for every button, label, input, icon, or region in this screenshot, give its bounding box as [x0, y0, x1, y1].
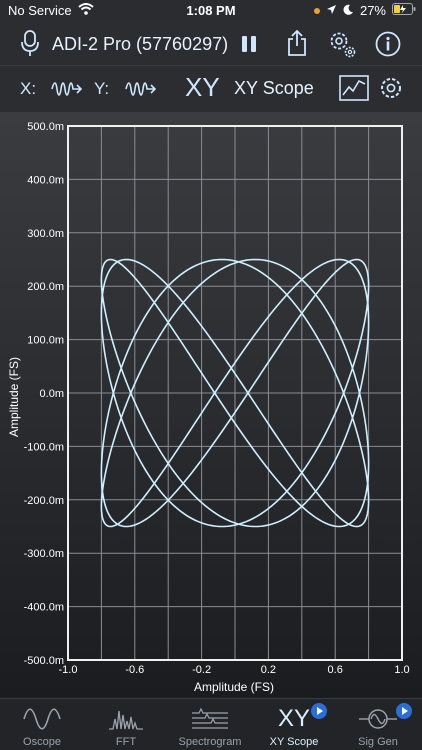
y-tick-label: -400.0m: [24, 602, 64, 614]
xy-mode-symbol: XY: [185, 72, 220, 102]
y-tick-label: -300.0m: [24, 548, 64, 560]
y-input-label: Y:: [94, 79, 110, 98]
control-bar: X: Y: XY XY Scope: [0, 66, 422, 110]
plot-svg[interactable]: 500.0m 400.0m 300.0m 200.0m 100.0m 0.0m -100.0…: [0, 112, 422, 698]
x-tick-label: -0.6: [125, 664, 144, 676]
gear-icon[interactable]: [378, 75, 404, 101]
tab-fft[interactable]: FFT: [84, 699, 168, 750]
carrier-text: No Service: [8, 3, 72, 18]
tab-bar: Oscope FFT Spectrogram XY XY Scope Sig G…: [0, 698, 422, 750]
y-tick-label: 500.0m: [27, 121, 64, 133]
y-tick-label: -200.0m: [24, 495, 64, 507]
battery-charging-icon: [392, 3, 416, 18]
y-tick-label: 400.0m: [27, 174, 64, 186]
tab-sig-gen[interactable]: Sig Gen: [336, 699, 420, 750]
x-tick-label: -1.0: [59, 664, 78, 676]
tab-label: FFT: [115, 736, 137, 748]
title-bar: ADI-2 Pro (57760297): [0, 22, 422, 66]
location-icon: [326, 3, 337, 18]
x-axis-label: Amplitude (FS): [194, 680, 274, 694]
wifi-icon: [77, 3, 94, 18]
y-tick-label: 0.0m: [40, 388, 64, 400]
sine-wave-icon: [0, 705, 84, 733]
tab-label: Sig Gen: [358, 736, 398, 748]
tab-spectrogram[interactable]: Spectrogram: [168, 699, 252, 750]
y-channel-waveform-icon[interactable]: [124, 78, 158, 100]
pause-icon[interactable]: [238, 32, 260, 56]
x-channel-waveform-icon[interactable]: [50, 78, 84, 100]
settings-gears-icon[interactable]: [326, 28, 358, 60]
trace-display-icon[interactable]: [338, 74, 370, 102]
battery-text: 27%: [359, 3, 386, 18]
x-tick-label: -0.2: [192, 664, 211, 676]
spectrogram-icon: [168, 705, 252, 733]
moon-icon: [343, 3, 354, 18]
tab-label: Oscope: [23, 736, 61, 748]
tab-label: Spectrogram: [178, 736, 242, 748]
xy-scope-plot[interactable]: 500.0m 400.0m 300.0m 200.0m 100.0m 0.0m -100.0…: [0, 112, 422, 698]
tab-label: XY Scope: [269, 736, 319, 748]
microphone-icon[interactable]: [18, 28, 42, 60]
fft-icon: [84, 705, 168, 733]
tab-xy-scope[interactable]: XY XY Scope: [252, 699, 336, 750]
y-tick-label: 100.0m: [27, 335, 64, 347]
x-tick-label: 0.2: [261, 664, 276, 676]
play-badge-icon: [311, 703, 327, 719]
device-title[interactable]: ADI-2 Pro (57760297): [52, 34, 228, 55]
y-axis-label: Amplitude (FS): [7, 357, 21, 437]
x-input-label: X:: [20, 79, 37, 98]
mode-title: XY Scope: [234, 78, 314, 98]
tab-oscope[interactable]: Oscope: [0, 699, 84, 750]
x-tick-label: 1.0: [394, 664, 409, 676]
play-badge-icon: [396, 703, 412, 719]
info-icon[interactable]: [374, 30, 402, 58]
privacy-indicator-icon: [313, 7, 320, 14]
y-tick-label: -100.0m: [24, 441, 64, 453]
share-icon[interactable]: [284, 28, 310, 58]
y-tick-label: 300.0m: [27, 228, 64, 240]
y-tick-label: 200.0m: [27, 281, 64, 293]
x-tick-label: 0.6: [328, 664, 343, 676]
status-bar: No Service 1:08 PM 27%: [0, 0, 422, 22]
